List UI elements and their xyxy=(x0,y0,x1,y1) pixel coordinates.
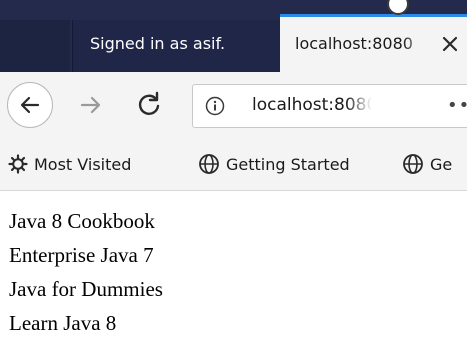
navigation-toolbar: localhost:8080 •• xyxy=(0,72,467,139)
globe-icon xyxy=(403,154,423,174)
tab-loading-indicator xyxy=(387,0,409,15)
tab-strip: Signed in as asif. localhost:8080 xyxy=(0,0,467,72)
book-item: Learn Java 8 xyxy=(9,311,117,335)
tab-title: Signed in as asif. xyxy=(90,34,226,53)
bookmark-label: Ge xyxy=(430,154,453,174)
arrow-right-icon xyxy=(80,96,101,114)
forward-button[interactable] xyxy=(78,92,104,118)
arrow-left-icon xyxy=(20,96,40,114)
book-item: Java for Dummies xyxy=(9,277,163,301)
bookmark-ge[interactable]: Ge xyxy=(402,152,452,176)
tab-localhost[interactable]: localhost:8080 xyxy=(280,14,467,72)
bookmarks-bar: Most Visited Getting Started Ge xyxy=(0,139,467,191)
bookmark-most-visited[interactable]: Most Visited xyxy=(8,152,131,176)
info-icon[interactable] xyxy=(205,96,225,116)
close-icon[interactable] xyxy=(439,33,461,55)
back-button[interactable] xyxy=(7,82,53,128)
bookmark-label: Getting Started xyxy=(226,154,350,174)
page-actions-icon[interactable]: •• xyxy=(447,95,467,116)
gear-icon xyxy=(8,154,28,174)
book-item: Java 8 Cookbook xyxy=(9,209,155,233)
reload-icon xyxy=(138,91,160,115)
tab-title: localhost:8080 xyxy=(295,34,413,53)
reload-button[interactable] xyxy=(135,90,163,118)
page-content: Java 8 Cookbook Enterprise Java 7 Java f… xyxy=(9,204,459,340)
bookmark-label: Most Visited xyxy=(34,154,132,174)
url-text[interactable]: localhost:8080 xyxy=(252,95,372,115)
url-bar[interactable]: localhost:8080 •• xyxy=(192,84,467,128)
book-item: Enterprise Java 7 xyxy=(9,243,154,267)
globe-icon xyxy=(199,154,219,174)
tab-strip-edge xyxy=(0,20,70,72)
tab-signed-in[interactable]: Signed in as asif. xyxy=(72,20,281,72)
bookmark-getting-started[interactable]: Getting Started xyxy=(198,152,350,176)
